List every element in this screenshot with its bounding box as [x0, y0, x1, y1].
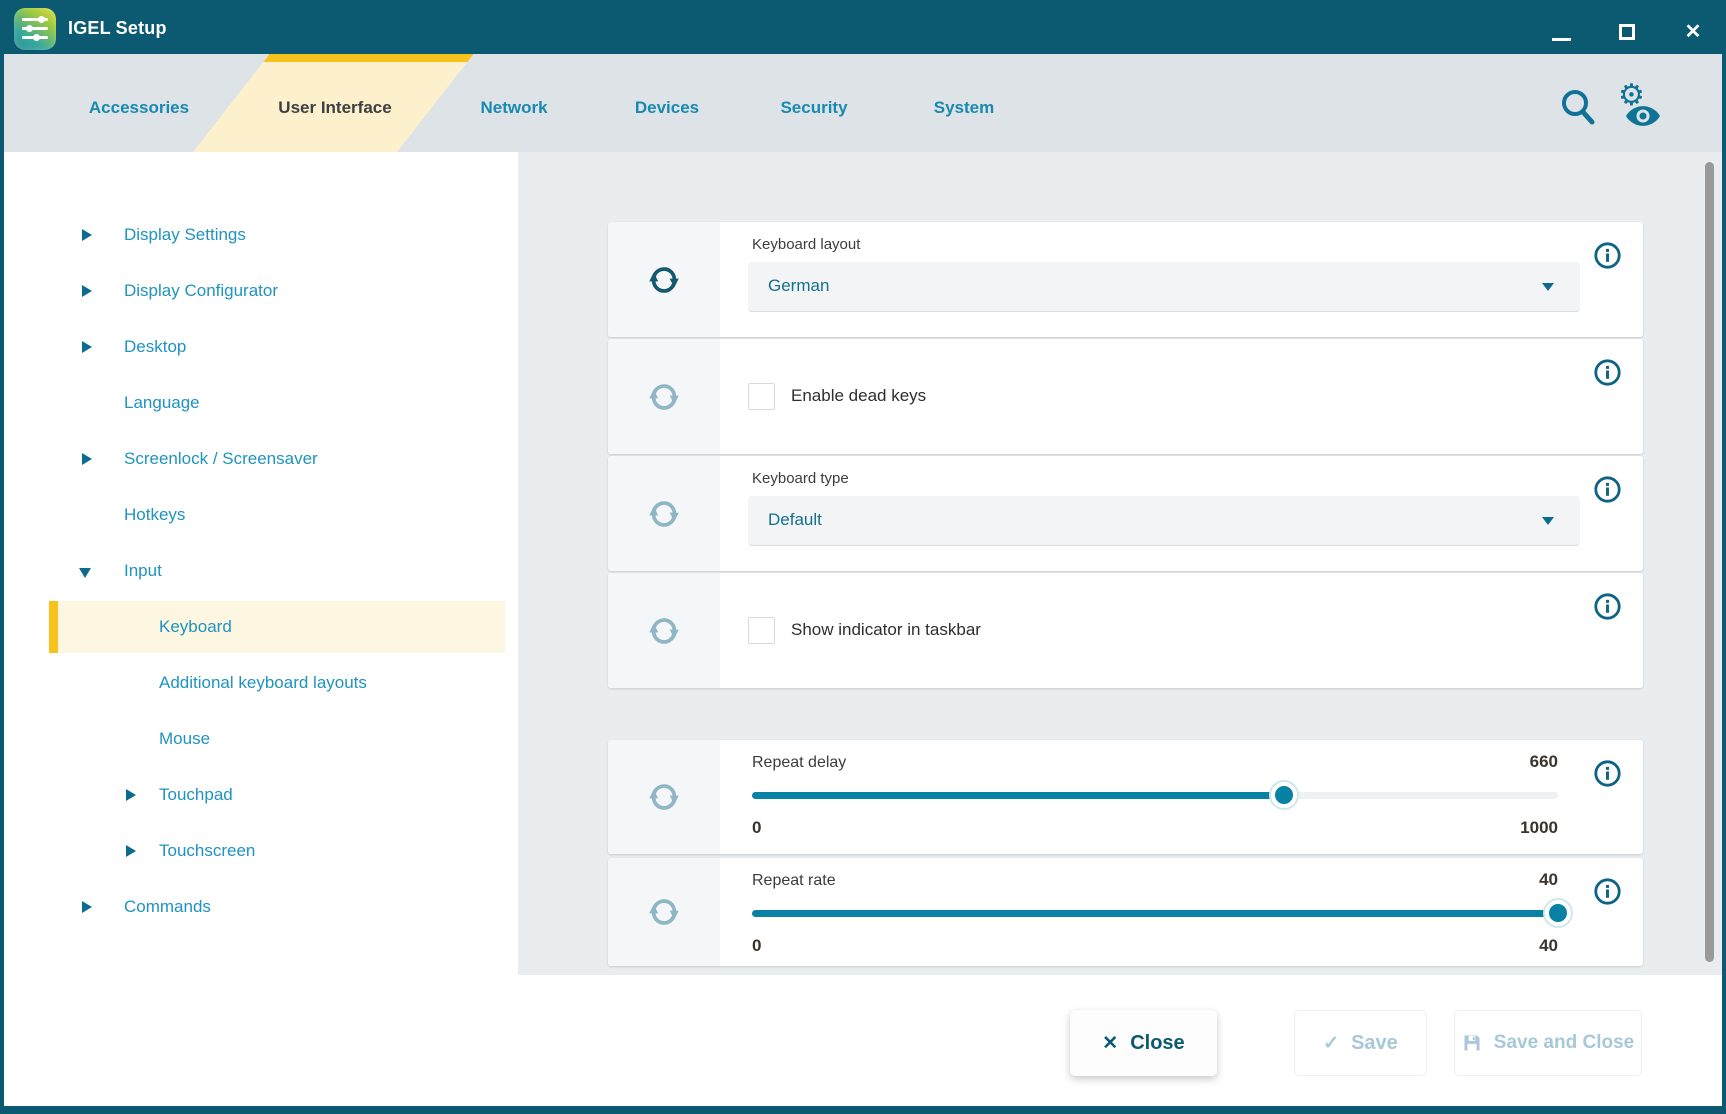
slider-min: 0 [752, 936, 761, 956]
minimize-button[interactable] [1542, 18, 1580, 46]
field-label: Keyboard type [752, 470, 849, 487]
slider-value: 40 [1539, 870, 1558, 890]
tab-user-interface[interactable]: User Interface [278, 98, 391, 118]
chevron-right-icon[interactable] [82, 341, 92, 353]
sidebar-item-additional-keyboard-layouts[interactable]: Additional keyboard layouts [4, 655, 518, 711]
save-icon [1462, 1033, 1482, 1053]
dropdown-value: Default [768, 510, 822, 530]
info-icon[interactable] [1594, 359, 1621, 386]
keyboard-layout-dropdown[interactable]: German [748, 262, 1580, 312]
reset-to-default-icon[interactable] [647, 614, 681, 648]
sidebar-item-commands[interactable]: Commands [4, 879, 518, 935]
close-button[interactable]: ✕ Close [1070, 1010, 1217, 1076]
chevron-right-icon[interactable] [82, 229, 92, 241]
sidebar-item-hotkeys[interactable]: Hotkeys [4, 487, 518, 543]
info-icon[interactable] [1594, 760, 1621, 787]
dropdown-value: German [768, 276, 829, 296]
reset-to-default-icon[interactable] [647, 895, 681, 929]
sidebar-item-input[interactable]: Input [4, 543, 518, 599]
sidebar-item-display-settings[interactable]: Display Settings [4, 207, 518, 263]
close-icon: ✕ [1102, 1032, 1118, 1055]
tab-system[interactable]: System [934, 98, 994, 118]
maximize-button[interactable] [1608, 18, 1646, 46]
tab-network[interactable]: Network [480, 98, 547, 118]
reset-to-default-icon[interactable] [647, 780, 681, 814]
slider-value: 660 [1530, 752, 1558, 772]
vertical-scrollbar[interactable] [1705, 162, 1714, 962]
enable-dead-keys-checkbox[interactable] [748, 383, 775, 410]
setting-keyboard-layout: Keyboard layout German [608, 222, 1643, 337]
check-icon: ✓ [1323, 1032, 1339, 1055]
setup-visibility-icon[interactable]: ⚙ [1612, 80, 1668, 132]
save-and-close-button[interactable]: Save and Close [1454, 1010, 1642, 1076]
close-window-button[interactable]: ✕ [1674, 18, 1712, 46]
info-icon[interactable] [1594, 242, 1621, 269]
setting-enable-dead-keys: Enable dead keys [608, 339, 1643, 454]
reset-to-default-icon[interactable] [647, 263, 681, 297]
sidebar-item-display-configurator[interactable]: Display Configurator [4, 263, 518, 319]
info-icon[interactable] [1594, 593, 1621, 620]
navigation-tree: Display Settings Display Configurator De… [4, 152, 518, 1106]
checkbox-label: Show indicator in taskbar [791, 620, 981, 640]
slider-min: 0 [752, 818, 761, 838]
sidebar-item-screenlock[interactable]: Screenlock / Screensaver [4, 431, 518, 487]
sidebar-item-keyboard[interactable]: Keyboard [4, 599, 518, 655]
sidebar-item-language[interactable]: Language [4, 375, 518, 431]
igel-logo-icon [14, 8, 56, 50]
show-indicator-checkbox[interactable] [748, 617, 775, 644]
chevron-right-icon[interactable] [126, 789, 136, 801]
setting-show-indicator: Show indicator in taskbar [608, 573, 1643, 688]
save-button[interactable]: ✓ Save [1294, 1010, 1427, 1076]
tab-devices[interactable]: Devices [635, 98, 699, 118]
chevron-down-icon[interactable] [79, 568, 91, 578]
sidebar-item-desktop[interactable]: Desktop [4, 319, 518, 375]
slider-thumb[interactable] [1545, 900, 1571, 926]
tab-security[interactable]: Security [780, 98, 847, 118]
chevron-down-icon [1542, 517, 1554, 525]
igel-setup-window: IGEL Setup ✕ Accessories User Interface … [0, 0, 1726, 1114]
selected-item-highlight [49, 601, 505, 653]
slider-label: Repeat rate [752, 872, 836, 890]
tab-bar: Accessories User Interface Network Devic… [4, 54, 1722, 152]
checkbox-label: Enable dead keys [791, 386, 926, 406]
titlebar: IGEL Setup ✕ [4, 4, 1722, 54]
chevron-right-icon[interactable] [82, 285, 92, 297]
setting-repeat-delay: Repeat delay 660 0 1000 [608, 740, 1643, 854]
repeat-rate-slider[interactable] [752, 910, 1558, 917]
field-label: Keyboard layout [752, 236, 860, 253]
sidebar-item-touchpad[interactable]: Touchpad [4, 767, 518, 823]
chevron-down-icon [1542, 283, 1554, 291]
chevron-right-icon[interactable] [82, 453, 92, 465]
window-title: IGEL Setup [68, 18, 167, 39]
setting-keyboard-type: Keyboard type Default [608, 456, 1643, 571]
slider-max: 1000 [1520, 818, 1558, 838]
sidebar-item-mouse[interactable]: Mouse [4, 711, 518, 767]
repeat-delay-slider[interactable] [752, 792, 1558, 799]
slider-label: Repeat delay [752, 754, 846, 772]
setting-repeat-rate: Repeat rate 40 0 40 [608, 858, 1643, 966]
body: Display Settings Display Configurator De… [4, 152, 1722, 1106]
chevron-right-icon[interactable] [126, 845, 136, 857]
tab-accessories[interactable]: Accessories [89, 98, 189, 118]
sidebar-item-touchscreen[interactable]: Touchscreen [4, 823, 518, 879]
slider-max: 40 [1539, 936, 1558, 956]
info-icon[interactable] [1594, 476, 1621, 503]
settings-panel: Keyboard layout German [518, 152, 1722, 975]
info-icon[interactable] [1594, 878, 1621, 905]
chevron-right-icon[interactable] [82, 901, 92, 913]
keyboard-type-dropdown[interactable]: Default [748, 496, 1580, 546]
search-icon[interactable] [1556, 86, 1600, 130]
slider-thumb[interactable] [1271, 782, 1297, 808]
reset-to-default-icon[interactable] [647, 497, 681, 531]
reset-to-default-icon[interactable] [647, 380, 681, 414]
